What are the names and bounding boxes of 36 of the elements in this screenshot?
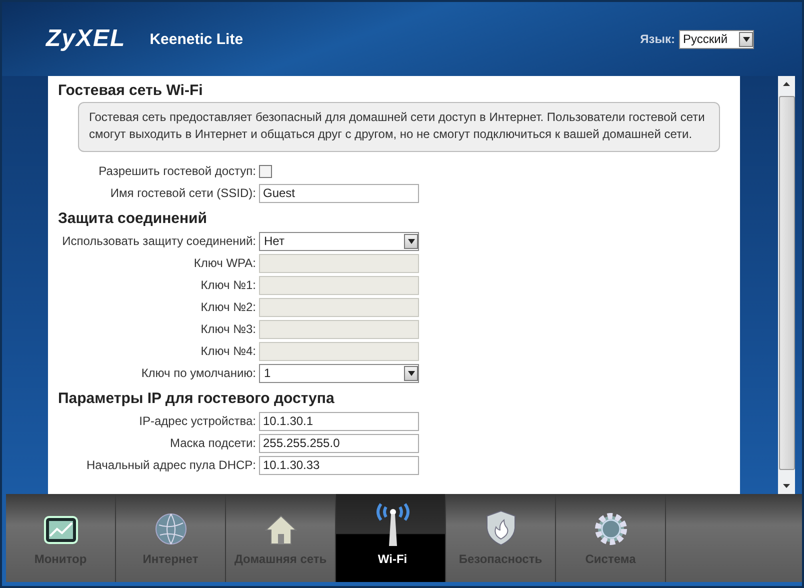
field-label: Ключ №1: xyxy=(200,278,257,292)
section-title: Гостевая сеть Wi-Fi xyxy=(58,81,204,99)
zyxel-logo: ZyXEL xyxy=(46,25,126,53)
chart-screen-icon xyxy=(42,514,78,546)
dropdown-select[interactable]: 1 xyxy=(259,364,419,382)
input-field[interactable]: 10.1.30.33 xyxy=(259,456,419,474)
dropdown-select[interactable]: Нет xyxy=(259,232,419,250)
checkbox[interactable] xyxy=(259,164,272,178)
language-label: Язык: xyxy=(640,32,675,46)
section-title: Защита соединений xyxy=(58,209,208,227)
input-field[interactable]: 10.1.30.1 xyxy=(259,412,419,430)
field-label: Начальный адрес пула DHCP: xyxy=(86,458,257,472)
language-select[interactable]: Русский xyxy=(679,30,754,48)
field-label: IP-адрес устройства: xyxy=(138,414,257,428)
section-title: Параметры IP для гостевого доступа xyxy=(58,389,336,407)
model-name: Keenetic Lite xyxy=(150,30,244,48)
field-label: Маска подсети: xyxy=(168,436,257,450)
gear-icon xyxy=(594,512,628,546)
scroll-up-arrow-icon[interactable] xyxy=(783,82,790,86)
field-label: Ключ №3: xyxy=(200,322,257,336)
scrollbar[interactable] xyxy=(778,76,795,494)
input-field[interactable]: 255.255.255.0 xyxy=(259,434,419,452)
field-label: Ключ WPA: xyxy=(192,256,257,270)
nav-tab[interactable]: Wi-Fi xyxy=(336,494,446,582)
field-label: Ключ №4: xyxy=(200,344,257,358)
house-icon xyxy=(264,514,298,546)
shield-flame-icon xyxy=(484,510,516,546)
field-label: Ключ по умолчанию: xyxy=(140,366,257,380)
field-label: Ключ №2: xyxy=(200,300,257,314)
info-note: Гостевая сеть предоставляет безопасный для домашней сети доступ в Интернет. Пользователи гостевой сети смогут выходить в Интернет и общаться друг с другом, но не смогут подключиться к вашей домашней сети. xyxy=(78,102,720,152)
field-label: Имя гостевой сети (SSID): xyxy=(109,186,257,200)
field-label: Разрешить гостевой доступ: xyxy=(98,164,257,178)
scroll-down-arrow-icon[interactable] xyxy=(783,484,790,488)
globe-icon xyxy=(154,512,188,546)
field-label: Использовать защиту соединений: xyxy=(61,234,257,248)
input-field[interactable]: Guest xyxy=(259,184,419,202)
